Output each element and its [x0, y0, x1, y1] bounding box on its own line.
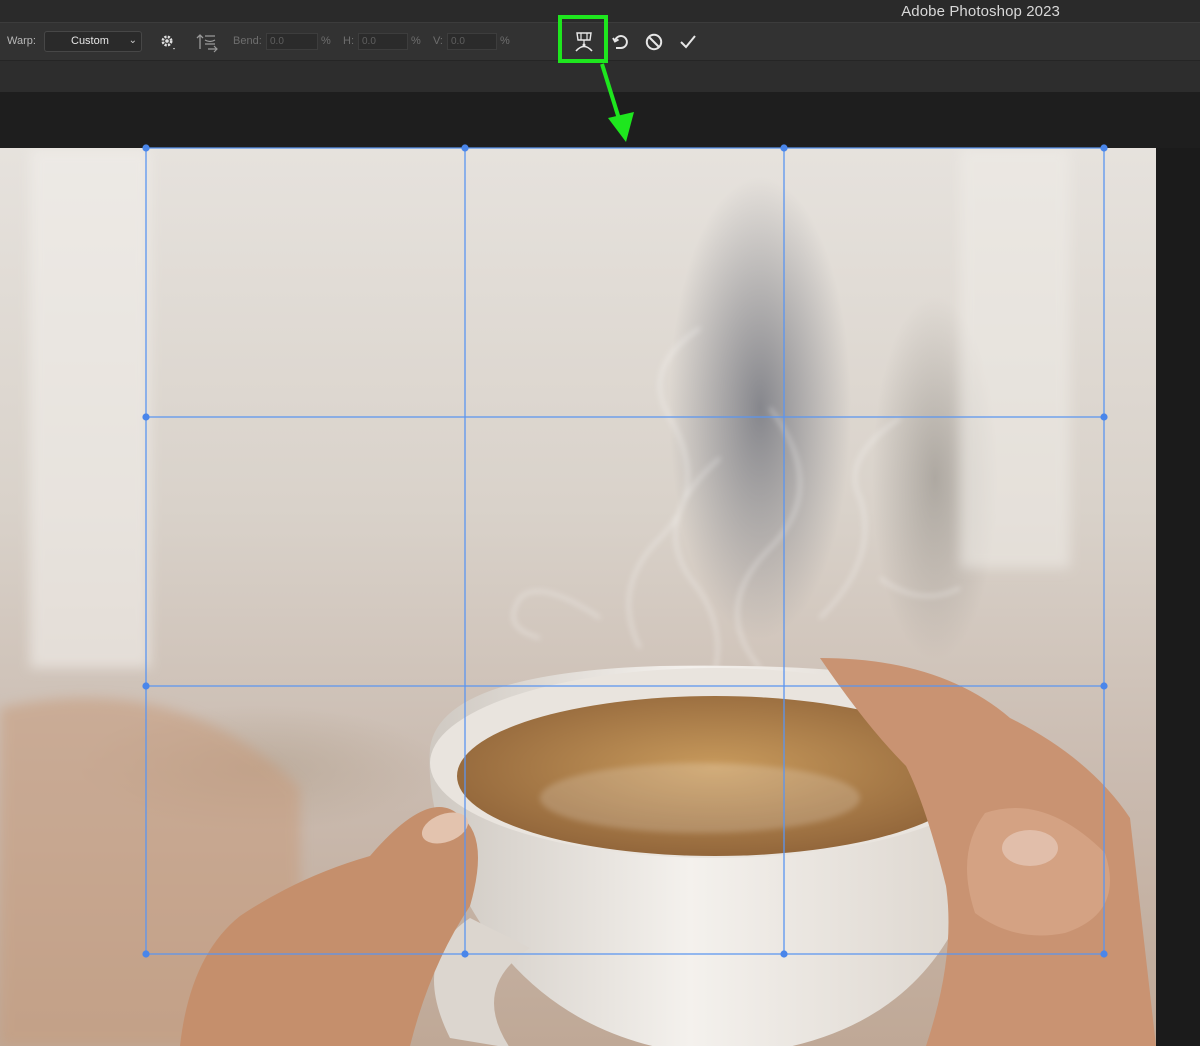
annotation-arrow [600, 63, 634, 142]
